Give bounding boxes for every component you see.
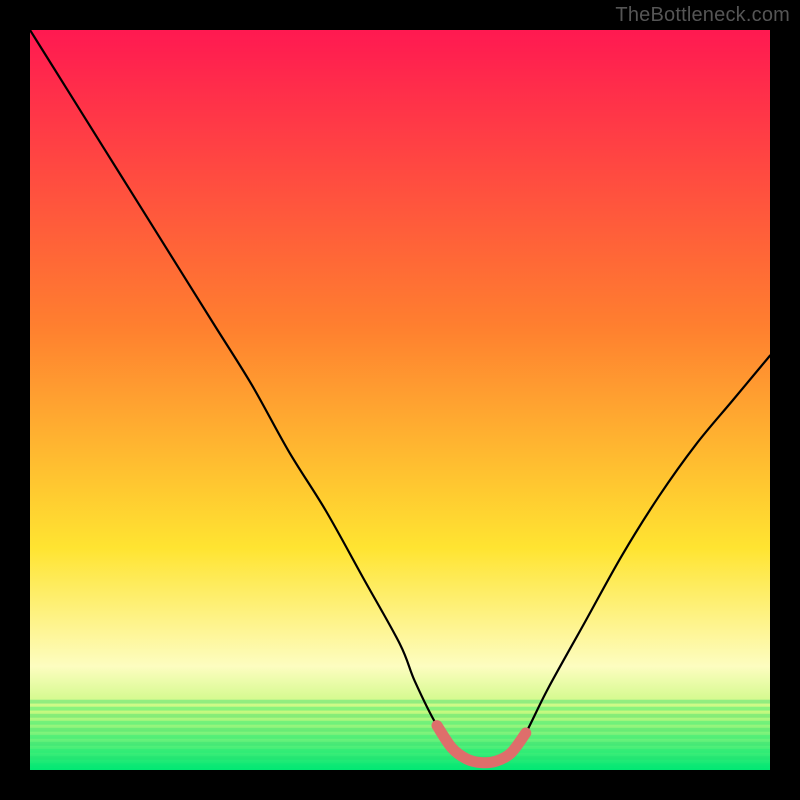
chart-svg [30, 30, 770, 770]
watermark-text: TheBottleneck.com [615, 4, 790, 27]
gradient-background [30, 30, 770, 770]
plot-area [30, 30, 770, 770]
chart-frame: TheBottleneck.com [0, 0, 800, 800]
